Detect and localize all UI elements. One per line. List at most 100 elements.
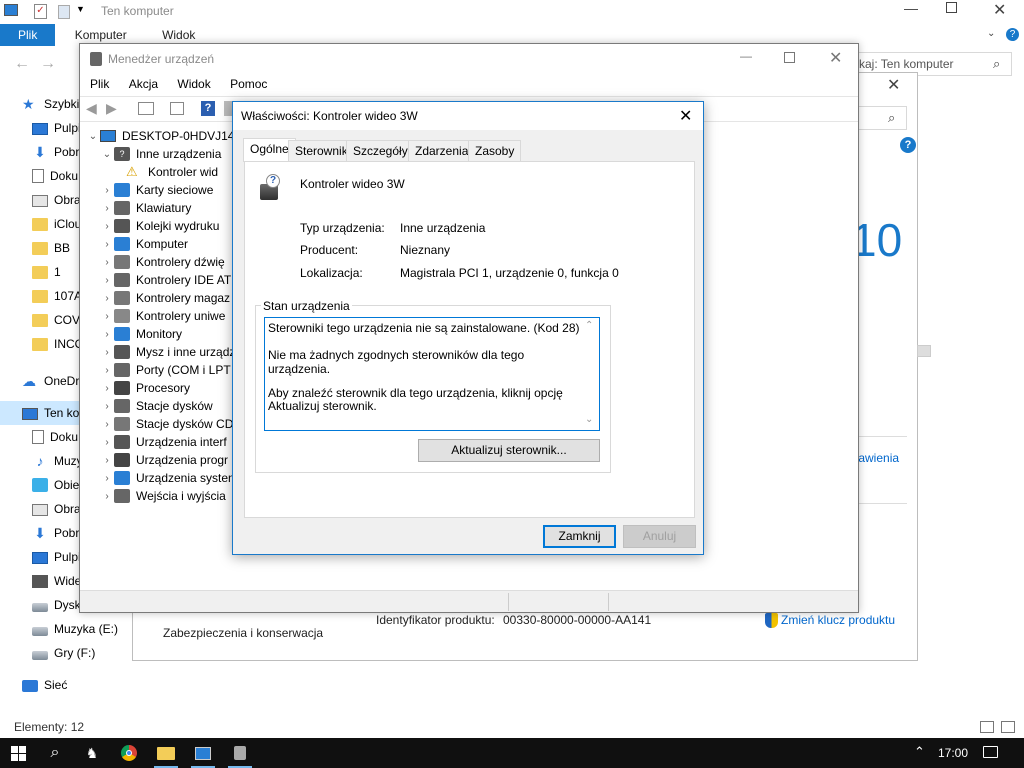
change-product-key-link[interactable]: Zmień klucz produktu [781,613,895,627]
tree-root-label: DESKTOP-0HDVJ14 [122,129,235,143]
clock[interactable]: 17:00 [938,746,968,760]
tree-item-category[interactable]: › Monitory [86,325,236,343]
tree-root[interactable]: ⌄ DESKTOP-0HDVJ14 [86,127,236,145]
toolbar-properties-icon[interactable] [138,102,154,115]
expand-chevron-icon[interactable]: › [100,365,114,376]
expand-chevron-icon[interactable]: › [100,491,114,502]
tab-zasoby[interactable]: Zasoby [468,140,522,161]
minimize-icon[interactable]: — [904,0,918,16]
start-button[interactable] [0,738,36,768]
quick-access-dropdown-icon[interactable]: ▼ [76,4,85,14]
status-line-2: Nie ma żadnych zgodnych sterowników dla … [268,348,525,376]
toolbar-back-icon[interactable]: ◀ [86,100,97,117]
close-icon[interactable]: ✕ [993,0,1006,20]
system-taskbar-button[interactable] [185,738,221,768]
cancel-button[interactable]: Anuluj [623,525,696,548]
update-driver-button[interactable]: Aktualizuj sterownik... [418,439,600,462]
tree-item-category[interactable]: › Urządzenia progr [86,451,236,469]
search-input[interactable]: kaj: Ten komputer [859,57,954,71]
expand-chevron-icon[interactable]: › [100,347,114,358]
explorer-taskbar-button[interactable] [148,738,184,768]
menu-akcja[interactable]: Akcja [121,73,166,95]
expand-chevron-icon[interactable]: › [100,257,114,268]
sysinfo-scroll-thumb[interactable] [917,345,931,357]
tree-item-category[interactable]: › Kontrolery magaz [86,289,236,307]
action-center-icon[interactable] [983,746,998,758]
expand-chevron-icon[interactable]: › [100,455,114,466]
expand-chevron-icon[interactable]: › [100,473,114,484]
tree-item-category[interactable]: › Kontrolery IDE AT [86,271,236,289]
expand-chevron-icon[interactable]: › [100,275,114,286]
tab-szczegoly[interactable]: Szczegóły [346,140,415,161]
scroll-down-icon[interactable]: ⌄ [585,414,593,425]
change-settings-link[interactable]: tawienia [855,451,899,465]
ribbon-expand-icon[interactable]: ⌄ [987,28,995,39]
ribbon-tab-plik[interactable]: Plik [0,24,56,46]
devmgr-close-icon[interactable]: ✕ [829,48,842,68]
props-close-icon[interactable]: ✕ [679,106,692,126]
tree-item-category[interactable]: › Urządzenia systen [86,469,236,487]
tree-item-category[interactable]: ⌄? Inne urządzenia [86,145,236,163]
tree-item-category[interactable]: › Komputer [86,235,236,253]
expand-chevron-icon[interactable]: › [100,221,114,232]
tree-item-category[interactable]: › Kontrolery dźwię [86,253,236,271]
tree-item-category[interactable]: › Karty sieciowe [86,181,236,199]
expand-chevron-icon[interactable]: › [100,311,114,322]
expand-chevron-icon[interactable]: › [100,383,114,394]
tree-item-category[interactable]: › Klawiatury [86,199,236,217]
tree-item-category[interactable]: › Kontrolery uniwe [86,307,236,325]
new-folder-icon[interactable] [58,5,70,19]
tree-item-category[interactable]: › Wejścia i wyjścia [86,487,236,505]
expand-chevron-icon[interactable]: › [100,437,114,448]
status-textbox[interactable]: Sterowniki tego urządzenia nie są zainst… [264,317,600,431]
back-arrow-icon[interactable]: ← [14,55,30,73]
chrome-taskbar-button[interactable] [111,738,147,768]
security-maintenance-link[interactable]: Zabezpieczenia i konserwacja [163,626,323,640]
tab-sterownik[interactable]: Sterownik [288,140,355,161]
app-taskbar-button[interactable]: ♞ [74,738,110,768]
nav-item[interactable]: Sieć [0,673,160,697]
tree-item-category[interactable]: › Kolejki wydruku [86,217,236,235]
device-manager-taskbar-button[interactable] [222,738,258,768]
show-hidden-icons-icon[interactable]: ⌃ [914,744,925,760]
sysinfo-help-icon[interactable]: ? [900,137,916,153]
tab-zdarzenia[interactable]: Zdarzenia [408,140,476,161]
collapse-chevron-icon[interactable]: ⌄ [100,149,114,160]
close-button[interactable]: Zamknij [543,525,616,548]
collapse-chevron-icon[interactable]: ⌄ [86,131,100,142]
devmgr-maximize-icon[interactable] [784,52,795,63]
tree-item-category[interactable]: › Porty (COM i LPT [86,361,236,379]
forward-arrow-icon[interactable]: → [40,55,56,73]
toolbar-list-icon[interactable] [170,102,184,115]
expand-chevron-icon[interactable]: › [100,329,114,340]
tree-item-category[interactable]: › Urządzenia interf [86,433,236,451]
tree-item-category[interactable]: › Procesory [86,379,236,397]
tree-item-category[interactable]: › Mysz i inne urządz [86,343,236,361]
expand-chevron-icon[interactable]: › [100,203,114,214]
expand-chevron-icon[interactable]: › [100,239,114,250]
toolbar-forward-icon[interactable]: ▶ [106,100,117,117]
expand-chevron-icon[interactable]: › [100,419,114,430]
search-taskbar-button[interactable]: ⌕ [37,738,73,768]
devmgr-minimize-icon[interactable]: — [740,49,752,63]
scroll-up-icon[interactable]: ⌃ [585,320,593,331]
details-view-icon[interactable] [980,721,994,733]
menu-widok[interactable]: Widok [169,73,218,95]
expand-chevron-icon[interactable]: › [100,293,114,304]
tree-item-device[interactable]: ⚠ Kontroler wid [86,163,236,181]
maximize-icon[interactable] [946,2,957,13]
toolbar-help-icon[interactable]: ? [201,101,215,116]
help-icon[interactable]: ? [1006,28,1019,41]
expand-chevron-icon[interactable]: › [100,185,114,196]
properties-icon[interactable]: ✓ [34,4,47,19]
sysinfo-search-box[interactable]: ⌕ [857,106,907,130]
expand-chevron-icon[interactable]: › [100,401,114,412]
menu-pomoc[interactable]: Pomoc [222,73,275,95]
large-icons-view-icon[interactable] [1001,721,1015,733]
sysinfo-close-icon[interactable]: ✕ [887,75,900,95]
menu-plik[interactable]: Plik [82,73,117,95]
tree-item-category[interactable]: › Stacje dysków [86,397,236,415]
tree-item-category[interactable]: › Stacje dysków CD [86,415,236,433]
search-icon[interactable]: ⌕ [993,56,1000,72]
sysinfo-search-icon[interactable]: ⌕ [888,110,895,126]
